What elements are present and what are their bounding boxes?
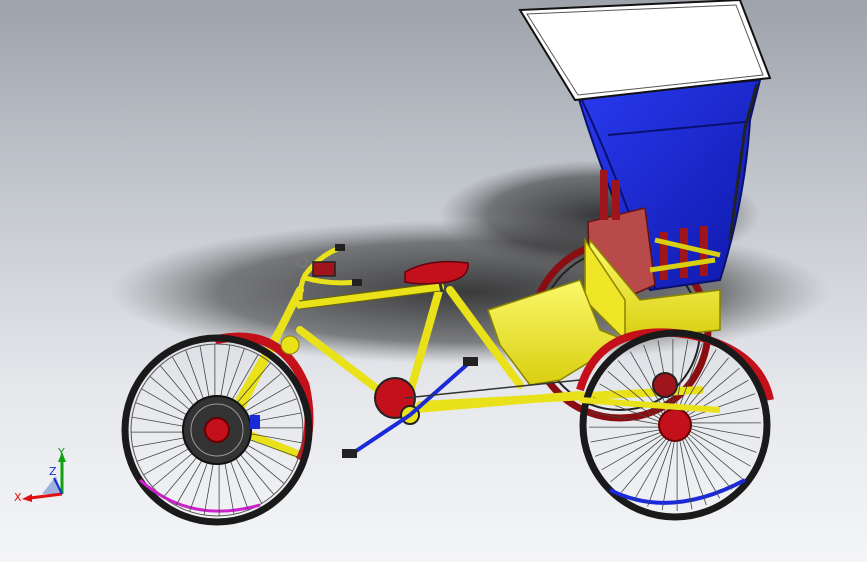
axis-triad: Y X Z — [14, 446, 74, 510]
rear-near-wheel — [576, 328, 774, 521]
cad-viewport[interactable]: Y X Z — [0, 0, 867, 562]
x-axis-arrow — [29, 492, 63, 500]
x-axis-label: X — [14, 491, 22, 504]
tricycle-rickshaw-model[interactable] — [0, 0, 867, 562]
axis-triad-graphic: Y X Z — [14, 446, 66, 504]
y-axis-label: Y — [57, 448, 65, 459]
z-axis-label: Z — [49, 465, 57, 478]
front-wheel — [121, 334, 313, 526]
